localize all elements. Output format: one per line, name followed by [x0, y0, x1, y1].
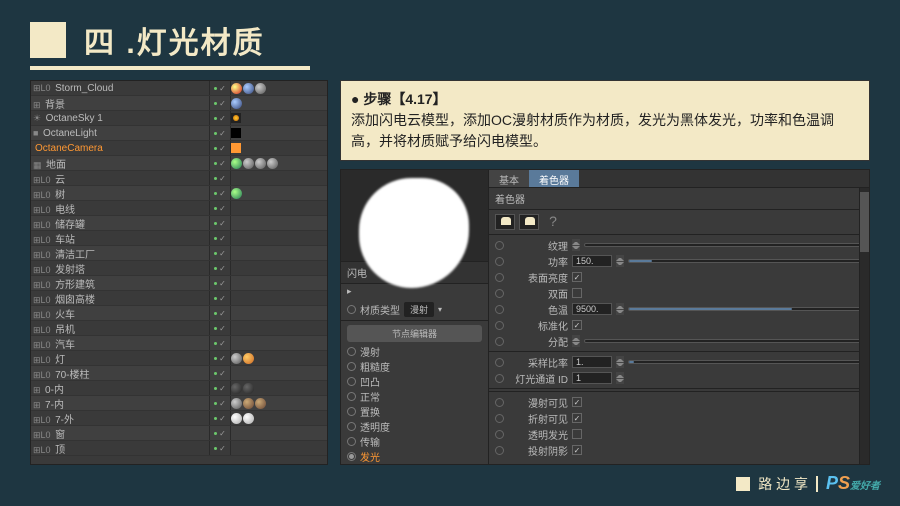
footer-square	[736, 477, 750, 491]
shader-header: 着色器	[489, 188, 869, 210]
material-ball[interactable]	[243, 83, 254, 94]
prop-漫射[interactable]: 漫射	[347, 344, 482, 359]
prop-置换[interactable]: 置换	[347, 404, 482, 419]
tree-row[interactable]: OctaneCamera✓	[31, 141, 327, 156]
tree-row[interactable]: ■ OctaneLight✓	[31, 126, 327, 141]
param-透明发光[interactable]: 透明发光	[489, 426, 869, 442]
material-ball[interactable]	[255, 398, 266, 409]
param-灯光通道 ID[interactable]: 灯光通道 ID1	[489, 370, 869, 386]
param-色温[interactable]: 色温9500.	[489, 301, 869, 317]
material-ball[interactable]	[231, 158, 242, 169]
prop-正常[interactable]: 正常	[347, 389, 482, 404]
tree-row[interactable]: ⊞L0 电线✓	[31, 201, 327, 216]
tree-row[interactable]: ⊞ 背景✓	[31, 96, 327, 111]
type-label: 材质类型	[360, 302, 400, 317]
param-双面[interactable]: 双面	[489, 285, 869, 301]
scrollbar[interactable]	[859, 188, 869, 464]
tree-row[interactable]: ⊞ 0-内✓	[31, 381, 327, 396]
title-square	[30, 22, 66, 58]
param-投射阴影[interactable]: 投射阴影✓	[489, 442, 869, 458]
material-ball[interactable]	[231, 398, 242, 409]
instruction-box: ● 步骤【4.17】 添加闪电云模型，添加OC漫射材质作为材质，发光为黑体发光，…	[340, 80, 870, 161]
tree-row[interactable]: ⊞L0 清洁工厂✓	[31, 246, 327, 261]
material-ball[interactable]	[243, 383, 254, 394]
material-ball[interactable]	[231, 98, 242, 109]
material-ball[interactable]	[243, 353, 254, 364]
tree-row[interactable]: ⊞L0 灯✓	[31, 351, 327, 366]
tree-row[interactable]: ⊞L0 发射塔✓	[31, 261, 327, 276]
tree-row[interactable]: ⊞L0 7-外✓	[31, 411, 327, 426]
object-tree-panel: ⊞L0 Storm_Cloud✓ ⊞ 背景✓ ☀ OctaneSky 1✓ ■ …	[30, 80, 328, 465]
material-preview	[341, 170, 488, 262]
material-ball[interactable]	[243, 413, 254, 424]
footer-logo: PS爱好者	[826, 473, 880, 494]
page-title: 四 .灯光材质	[84, 18, 265, 62]
shader-icon-light2[interactable]	[519, 214, 539, 230]
prop-透明度[interactable]: 透明度	[347, 419, 482, 434]
shader-icon-light1[interactable]	[495, 214, 515, 230]
type-select[interactable]: 漫射	[404, 302, 434, 317]
tree-row[interactable]: ⊞L0 车站✓	[31, 231, 327, 246]
tab-着色器[interactable]: 着色器	[529, 170, 579, 187]
material-editor: 闪电 ▸ 材质类型 漫射 ▾ 节点编辑器 漫射粗糙度凹凸正常置换透明度传输发光 …	[340, 169, 870, 465]
param-功率[interactable]: 功率150.	[489, 253, 869, 269]
param-纹理[interactable]: 纹理	[489, 237, 869, 253]
tree-row[interactable]: ⊞L0 70-楼柱✓	[31, 366, 327, 381]
material-ball[interactable]	[231, 353, 242, 364]
param-漫射可见[interactable]: 漫射可见✓	[489, 394, 869, 410]
prop-凹凸[interactable]: 凹凸	[347, 374, 482, 389]
type-radio[interactable]	[347, 305, 356, 314]
material-ball[interactable]	[231, 83, 242, 94]
dropdown-icon[interactable]: ▾	[438, 305, 442, 314]
step-label: ● 步骤【4.17】	[351, 89, 859, 110]
footer-divider	[816, 476, 818, 492]
footer-author: 路 边 享	[758, 474, 808, 494]
param-分配[interactable]: 分配	[489, 333, 869, 349]
tree-row[interactable]: ⊞L0 方形建筑✓	[31, 276, 327, 291]
tree-row[interactable]: ⊞L0 储存罐✓	[31, 216, 327, 231]
material-ball[interactable]	[243, 158, 254, 169]
tree-row[interactable]: ⊞L0 顶✓	[31, 441, 327, 456]
material-ball[interactable]	[231, 413, 242, 424]
material-ball[interactable]	[267, 158, 278, 169]
tree-row[interactable]: ⊞L0 窗✓	[31, 426, 327, 441]
material-ball[interactable]	[255, 158, 266, 169]
material-ball[interactable]	[231, 188, 242, 199]
tree-row[interactable]: ⊞ 7-内✓	[31, 396, 327, 411]
tab-基本[interactable]: 基本	[489, 170, 529, 187]
tree-row[interactable]: ⊞L0 树✓	[31, 186, 327, 201]
tree-row[interactable]: ⊞L0 烟囱高楼✓	[31, 291, 327, 306]
param-折射可见[interactable]: 折射可见✓	[489, 410, 869, 426]
material-ball[interactable]	[255, 83, 266, 94]
material-ball[interactable]	[243, 398, 254, 409]
title-underline	[30, 66, 310, 70]
tree-row[interactable]: ⊞L0 吊机✓	[31, 321, 327, 336]
node-editor-header[interactable]: 节点编辑器	[347, 325, 482, 342]
help-icon[interactable]: ?	[543, 214, 563, 230]
tree-row[interactable]: ⊞L0 汽车✓	[31, 336, 327, 351]
tree-row[interactable]: ⊞L0 云✓	[31, 171, 327, 186]
param-表面亮度[interactable]: 表面亮度✓	[489, 269, 869, 285]
param-采样比率[interactable]: 采样比率1.	[489, 354, 869, 370]
prop-粗糙度[interactable]: 粗糙度	[347, 359, 482, 374]
prop-传输[interactable]: 传输	[347, 434, 482, 449]
instruction-text: 添加闪电云模型，添加OC漫射材质作为材质，发光为黑体发光，功率和色温调高，并将材…	[351, 110, 859, 152]
prop-发光[interactable]: 发光	[347, 449, 482, 464]
material-ball[interactable]	[231, 383, 242, 394]
tree-row[interactable]: ☀ OctaneSky 1✓	[31, 111, 327, 126]
param-标准化[interactable]: 标准化✓	[489, 317, 869, 333]
tree-row[interactable]: ⊞L0 火车✓	[31, 306, 327, 321]
tree-row[interactable]: ⊞L0 Storm_Cloud✓	[31, 81, 327, 96]
tree-row[interactable]: ▦ 地面✓	[31, 156, 327, 171]
